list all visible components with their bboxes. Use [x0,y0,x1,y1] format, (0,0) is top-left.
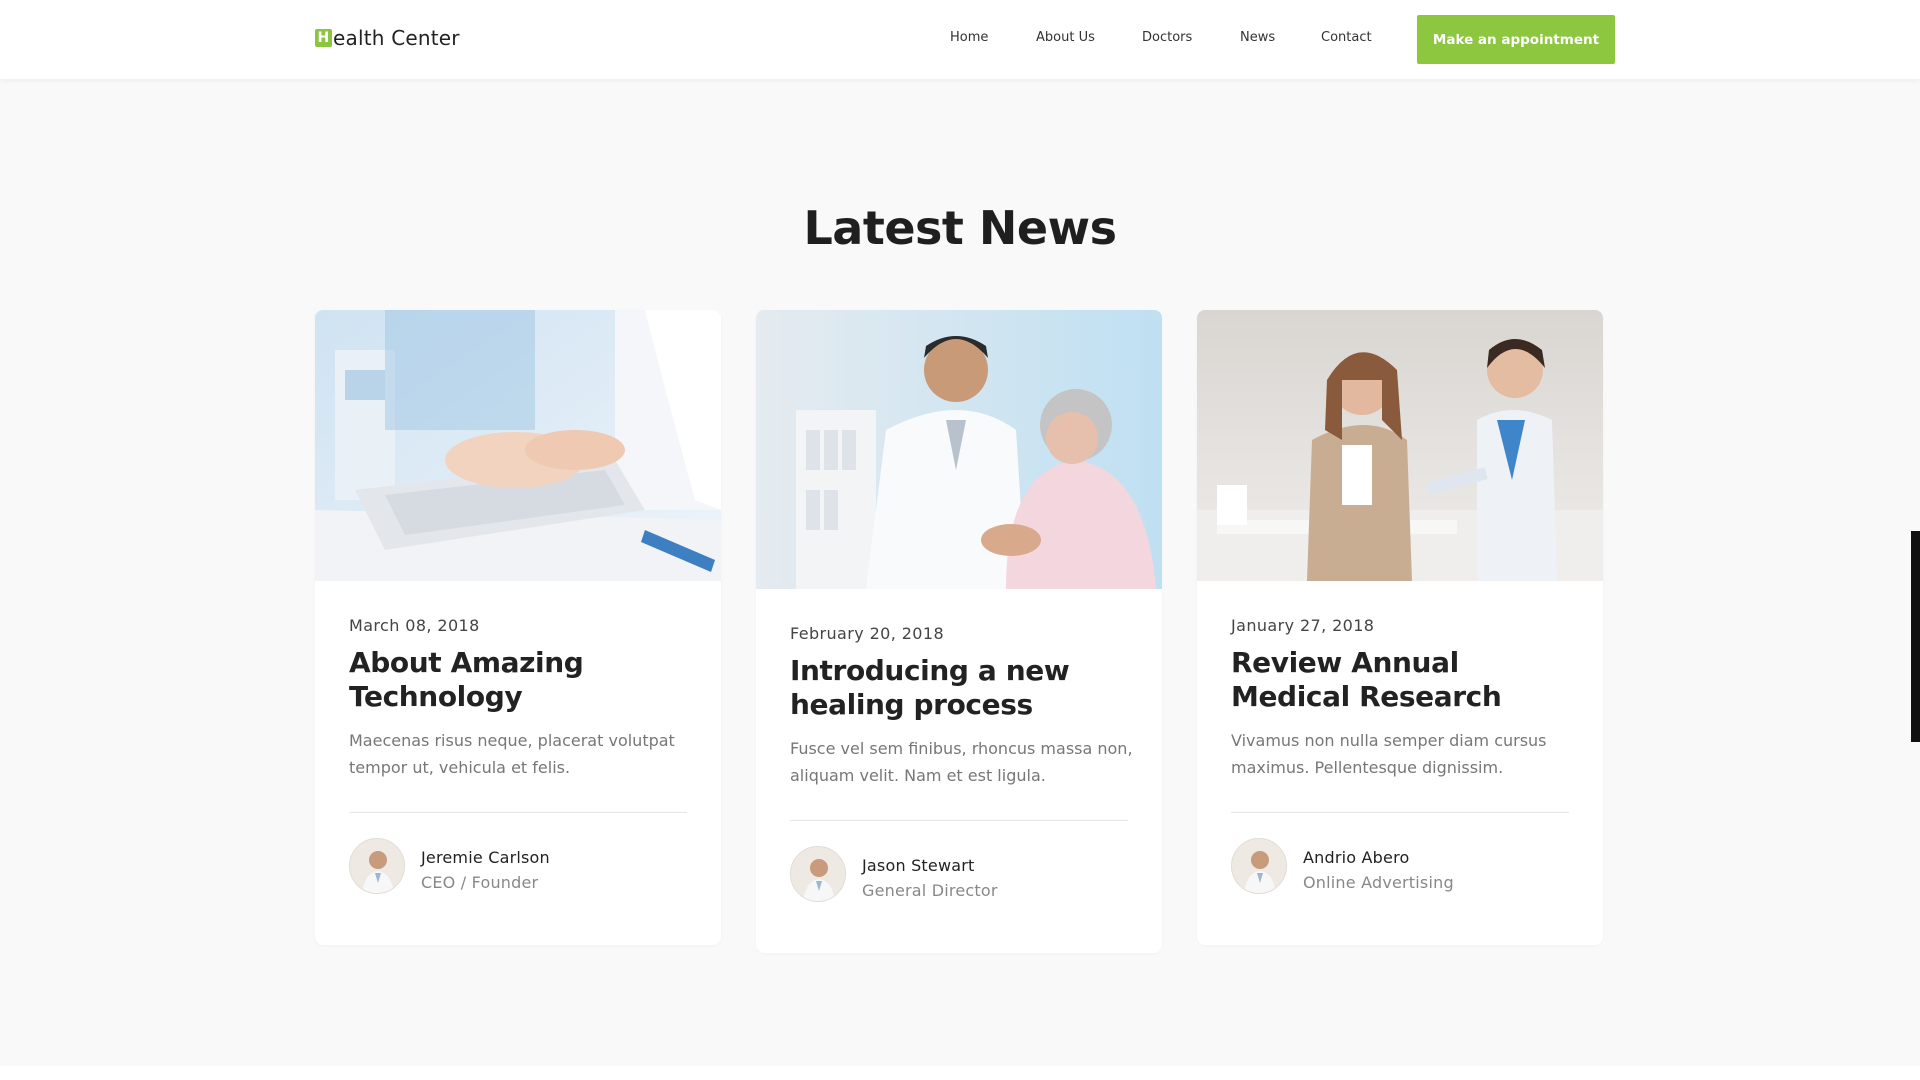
news-excerpt: Fusce vel sem finibus, rhoncus massa non… [790,739,1133,785]
card-divider [790,820,1128,821]
news-title[interactable]: About Amazing Technology [349,646,699,714]
news-card-3[interactable]: January 27, 2018 Review Annual Medical R… [1197,310,1603,945]
author-role: CEO / Founder [421,873,539,892]
news-image-1-illustration [315,310,721,581]
author-name: Andrio Abero [1303,848,1410,867]
page-bottom-strip [0,1066,1920,1080]
news-date: March 08, 2018 [349,616,480,635]
author-name: Jeremie Carlson [421,848,550,867]
author-avatar [790,846,846,902]
news-image-consultation[interactable] [1197,310,1603,581]
news-title[interactable]: Introducing a new healing process [790,654,1140,722]
author-role: General Director [862,881,998,900]
site-header: H ealth Center Home About Us Doctors New… [0,0,1920,79]
nav-about-us[interactable]: About Us [1036,30,1095,45]
card-divider [349,812,687,813]
avatar-illustration [350,839,404,893]
author-role: Online Advertising [1303,873,1454,892]
avatar-illustration [1232,839,1286,893]
avatar-illustration [791,847,845,901]
news-excerpt: Vivamus non nulla semper diam cursus max… [1231,731,1547,777]
news-image-laptop-typing[interactable] [315,310,721,581]
news-excerpt: Maecenas risus neque, placerat volutpat … [349,731,675,777]
author-avatar [1231,838,1287,894]
section-title: Latest News [803,201,1118,255]
news-image-2-illustration [756,310,1162,589]
card-divider [1231,812,1569,813]
news-title[interactable]: Review Annual Medical Research [1231,646,1581,714]
nav-contact[interactable]: Contact [1321,30,1372,45]
news-card-2[interactable]: February 20, 2018 Introducing a new heal… [756,310,1162,953]
news-date: January 27, 2018 [1231,616,1375,635]
main-nav: Home About Us Doctors News Contact [0,0,1920,79]
nav-home[interactable]: Home [950,30,988,45]
news-image-doctor-patient[interactable] [756,310,1162,589]
news-card-1[interactable]: March 08, 2018 About Amazing Technology … [315,310,721,945]
author-avatar [349,838,405,894]
nav-doctors[interactable]: Doctors [1142,30,1192,45]
news-date: February 20, 2018 [790,624,945,643]
author-name: Jason Stewart [862,856,975,875]
make-appointment-button[interactable]: Make an appointment [1417,15,1615,64]
news-image-3-illustration [1197,310,1603,581]
nav-news[interactable]: News [1240,30,1275,45]
scrollbar-thumb[interactable] [1911,531,1920,742]
